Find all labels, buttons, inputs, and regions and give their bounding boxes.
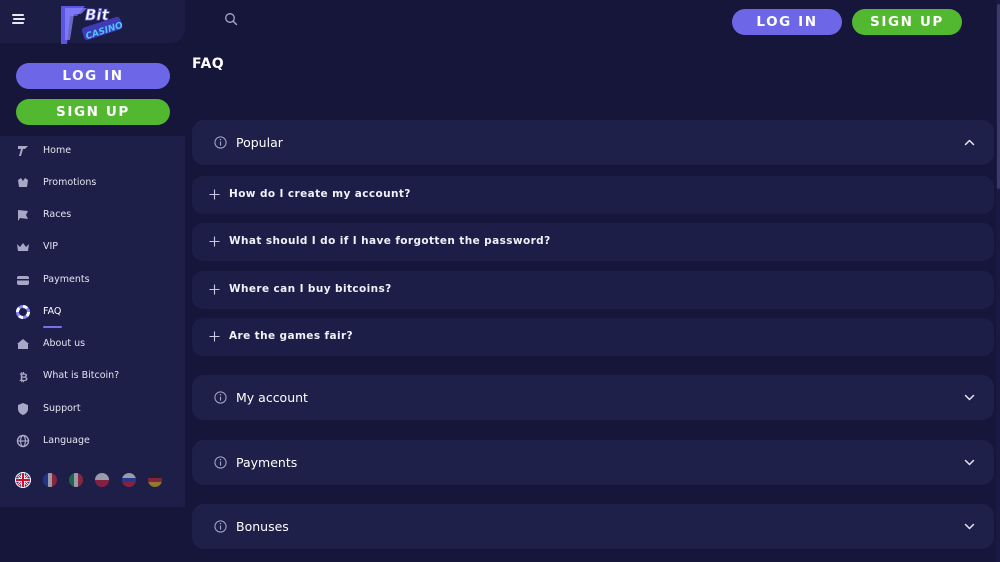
page-title: FAQ [192, 56, 225, 72]
sidebar-header: Bit CASINO [0, 0, 185, 44]
sidebar-item-label: Payments [43, 274, 90, 285]
info-icon [214, 456, 227, 469]
wallet-icon [17, 276, 29, 285]
crown-icon [17, 243, 29, 251]
faq-question-text: What should I do if I have forgotten the… [229, 235, 551, 247]
home-logo-icon [18, 146, 28, 156]
sidebar-item-promotions[interactable]: Promotions [0, 170, 185, 198]
faq-question-item[interactable]: Are the games fair? [192, 318, 994, 356]
chevron-down-icon[interactable] [964, 392, 975, 403]
bitcoin-icon: ₿ [19, 371, 28, 383]
flag-icon [18, 210, 28, 221]
sidebar-item-label: Races [43, 209, 72, 220]
shield-icon [18, 403, 28, 415]
faq-question-item[interactable]: How do I create my account? [192, 176, 994, 214]
faq-question-item[interactable]: What should I do if I have forgotten the… [192, 223, 994, 261]
flag-de-icon[interactable] [148, 473, 162, 487]
faq-category-label: Payments [236, 455, 298, 470]
sidebar-item-label: Home [43, 145, 72, 156]
sidebar-item-label: FAQ [43, 306, 62, 317]
faq-category-label: My account [236, 390, 308, 405]
faq-category-label: Bonuses [236, 519, 289, 534]
plus-icon [209, 189, 220, 200]
flag-pl-icon[interactable] [95, 473, 109, 487]
faq-question-text: How do I create my account? [229, 188, 411, 200]
info-icon [214, 520, 227, 533]
faq-category-payments[interactable]: Payments [192, 440, 994, 485]
search-icon[interactable] [224, 12, 238, 26]
sidebar-item-what-is-bitcoin[interactable]: ₿ What is Bitcoin? [0, 363, 185, 391]
faq-question-text: Are the games fair? [229, 330, 354, 342]
active-indicator [43, 326, 62, 328]
plus-icon [209, 284, 220, 295]
faq-question-item[interactable]: Where can I buy bitcoins? [192, 271, 994, 309]
plus-icon [209, 236, 220, 247]
sidebar-login-button[interactable]: LOG IN [16, 63, 170, 89]
sidebar-item-label: VIP [43, 241, 59, 252]
promotions-icon [18, 178, 28, 187]
sidebar-item-label: About us [43, 338, 86, 349]
header-login-button[interactable]: LOG IN [732, 9, 842, 35]
sidebar-item-support[interactable]: Support [0, 396, 185, 424]
sidebar: Bit CASINO LOG IN SIGN UP Home Promotion… [0, 0, 185, 562]
house-icon [17, 339, 29, 349]
svg-text:₿: ₿ [19, 371, 28, 383]
flag-it-icon[interactable] [69, 473, 83, 487]
sidebar-signup-button[interactable]: SIGN UP [16, 99, 170, 125]
flag-uk-icon[interactable] [15, 472, 31, 488]
plus-icon [209, 331, 220, 342]
faq-category-bonuses[interactable]: Bonuses [192, 504, 994, 549]
bitcasino-logo[interactable]: Bit CASINO [55, 0, 130, 50]
faq-category-my-account[interactable]: My account [192, 375, 994, 420]
faq-category-label: Popular [236, 135, 283, 150]
sidebar-item-home[interactable]: Home [0, 138, 185, 166]
chevron-down-icon[interactable] [964, 521, 975, 532]
flag-ru-icon[interactable] [122, 473, 136, 487]
chevron-up-icon[interactable] [964, 137, 975, 148]
faq-category-popular[interactable]: Popular [192, 120, 994, 165]
globe-icon [16, 434, 30, 448]
sidebar-item-vip[interactable]: VIP [0, 234, 185, 262]
sidebar-item-about-us[interactable]: About us [0, 331, 185, 359]
chevron-down-icon[interactable] [964, 457, 975, 468]
flag-fr-icon[interactable] [43, 473, 57, 487]
sidebar-item-label: Support [43, 403, 81, 414]
sidebar-item-payments[interactable]: Payments [0, 267, 185, 295]
sidebar-item-label: What is Bitcoin? [43, 370, 120, 381]
sidebar-item-language[interactable]: Language [0, 428, 185, 456]
sidebar-item-label: Language [43, 435, 90, 446]
info-icon [214, 136, 227, 149]
hamburger-menu-icon[interactable] [12, 13, 26, 27]
sidebar-item-label: Promotions [43, 177, 97, 188]
lifebuoy-icon [16, 305, 30, 319]
info-icon [214, 391, 227, 404]
header-signup-button[interactable]: SIGN UP [852, 9, 962, 35]
faq-question-text: Where can I buy bitcoins? [229, 283, 392, 295]
sidebar-item-races[interactable]: Races [0, 202, 185, 230]
sidebar-item-faq[interactable]: FAQ [0, 299, 185, 328]
